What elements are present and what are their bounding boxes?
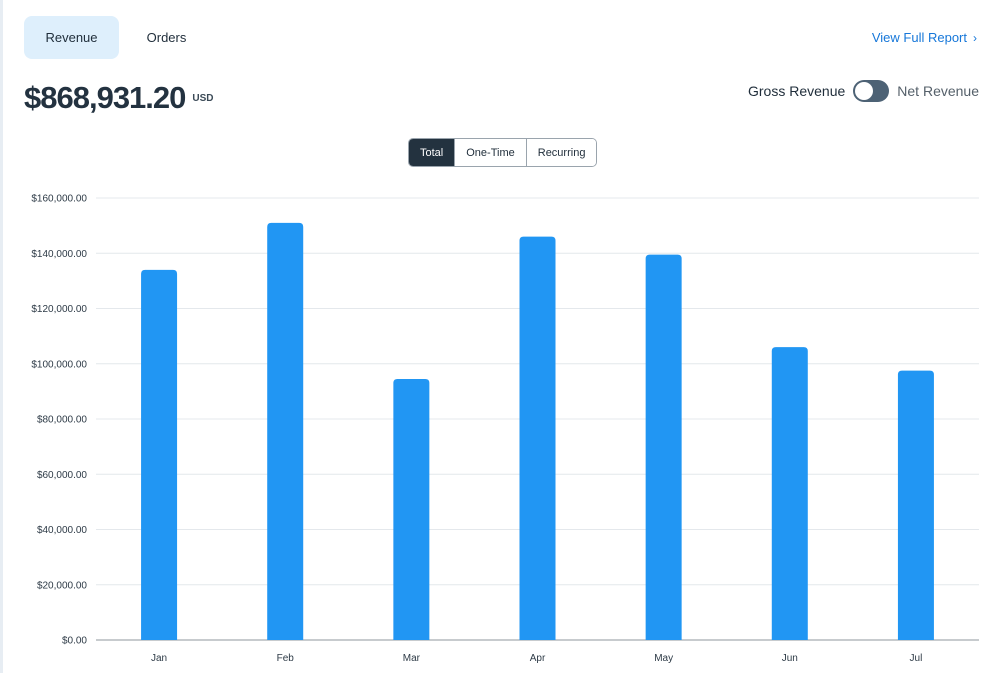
tab-orders[interactable]: Orders (119, 16, 214, 59)
currency-code: USD (192, 93, 214, 104)
y-tick-label: $0.00 (62, 636, 87, 647)
revenue-filter: Total One-Time Recurring (408, 138, 598, 167)
x-tick-label: Feb (277, 653, 295, 664)
revenue-bar-chart: $0.00 $20,000.00 $40,000.00 $60,000.00 $80,0… (31, 194, 979, 664)
chevron-right-icon: › (973, 30, 977, 45)
y-tick-label: $140,000.00 (31, 249, 87, 260)
y-tick-label: $40,000.00 (37, 525, 87, 536)
y-tick-label: $60,000.00 (37, 470, 87, 481)
total-amount: $868,931.20 (24, 80, 186, 115)
bar-jul[interactable] (897, 370, 934, 640)
view-full-report-label: View Full Report (871, 30, 967, 45)
x-tick-label: Jun (782, 653, 798, 664)
revenue-type-toggle: Gross Revenue Net Revenue (748, 80, 979, 102)
x-tick-label: Apr (530, 653, 546, 664)
segment-total[interactable]: Total (409, 139, 455, 166)
chart-y-axis: $0.00 $20,000.00 $40,000.00 $60,000.00 $80,0… (31, 194, 87, 647)
bar-mar[interactable] (393, 378, 430, 640)
bar-jan[interactable] (141, 269, 178, 640)
switch-knob (855, 82, 874, 100)
segment-recurring[interactable]: Recurring (525, 139, 597, 166)
bar-feb[interactable] (267, 222, 304, 641)
chart-x-axis: Jan Feb Mar Apr May Jun Jul (151, 653, 922, 664)
bar-may[interactable] (645, 254, 682, 640)
x-tick-label: Jan (151, 653, 167, 664)
view-full-report-link[interactable]: View Full Report › (872, 30, 977, 45)
bar-jun[interactable] (771, 347, 808, 640)
y-tick-label: $120,000.00 (31, 304, 87, 315)
x-tick-label: May (654, 653, 673, 664)
tab-revenue[interactable]: Revenue (24, 16, 119, 59)
y-tick-label: $20,000.00 (37, 580, 87, 591)
segment-one-time[interactable]: One-Time (454, 139, 526, 166)
total-revenue: $868,931.20 USD (24, 80, 214, 116)
net-revenue-label: Net Revenue (897, 83, 979, 99)
bar-apr[interactable] (519, 236, 556, 641)
y-tick-label: $100,000.00 (31, 359, 87, 370)
chart-bars (141, 222, 934, 641)
y-tick-label: $160,000.00 (31, 194, 87, 205)
metric-tabs: Revenue Orders (24, 16, 214, 59)
gross-revenue-label: Gross Revenue (748, 83, 846, 99)
x-tick-label: Jul (910, 653, 923, 664)
y-tick-label: $80,000.00 (37, 415, 87, 426)
revenue-switch[interactable] (853, 80, 890, 102)
x-tick-label: Mar (403, 653, 421, 664)
